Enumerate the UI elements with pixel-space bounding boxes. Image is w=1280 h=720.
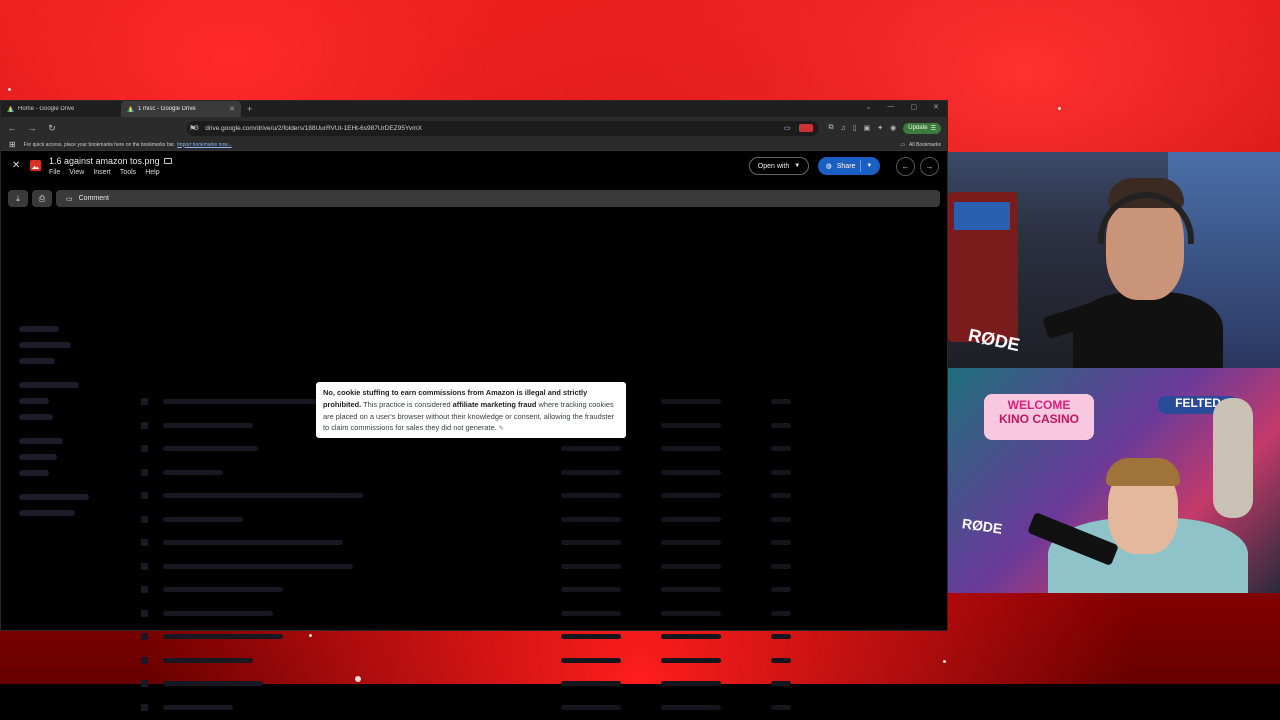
menu-file[interactable]: File xyxy=(49,169,60,176)
dimmed-file-row xyxy=(141,445,901,453)
menu-icon: ☰ xyxy=(930,125,936,132)
tab-misc-drive[interactable]: 1 misc - Google Drive ✕ xyxy=(121,101,241,117)
dimmed-file-row xyxy=(141,586,901,594)
dimmed-file-row xyxy=(141,515,901,524)
import-bookmarks-link[interactable]: Import bookmarks now... xyxy=(177,142,231,148)
reload-icon[interactable]: ↻ xyxy=(47,123,57,134)
extension-toolbar: ⧉ ♫ ▯ ▣ ✦ ◉ Update ☰ xyxy=(829,122,941,134)
cast-icon[interactable]: ▭ xyxy=(784,124,791,132)
globe-icon: ◍ xyxy=(825,163,832,170)
move-folder-icon[interactable] xyxy=(163,158,172,164)
previous-file-button[interactable]: ← xyxy=(896,157,915,176)
dimmed-file-row xyxy=(141,468,901,477)
next-file-button[interactable]: → xyxy=(920,157,939,176)
back-icon[interactable]: ← xyxy=(7,123,17,133)
url-text: drive.google.com/drive/u/2/folders/188Uu… xyxy=(205,124,422,132)
all-bookmarks-button[interactable]: ▭ All Bookmarks xyxy=(900,142,941,148)
image-preview-card: No, cookie stuffing to earn commissions … xyxy=(316,382,626,438)
dimmed-file-row xyxy=(141,562,901,571)
google-drive-icon xyxy=(127,106,134,112)
viewer-toolbar: ⤓ ⎙ ▭ Comment xyxy=(8,190,940,207)
dropdown-icon[interactable]: ⌄ xyxy=(866,103,872,111)
dimmed-file-row xyxy=(141,633,901,641)
dimmed-file-row xyxy=(141,656,901,665)
dimmed-drive-list xyxy=(1,316,947,720)
share-button[interactable]: ◍ Share ▼ xyxy=(818,157,880,175)
bookmarks-hint: For quick access, place your bookmarks h… xyxy=(23,141,176,148)
download-icon[interactable]: ⤓ xyxy=(8,190,28,207)
viewer-menu: File View Insert Tools Help xyxy=(49,169,160,176)
sidepanel-icon[interactable]: ▯ xyxy=(853,124,857,132)
minimize-icon[interactable]: — xyxy=(888,103,895,111)
forward-icon[interactable]: → xyxy=(27,123,37,133)
popup-text-1: This practice is considered xyxy=(361,399,453,409)
menu-help[interactable]: Help xyxy=(145,169,159,176)
image-file-icon xyxy=(30,160,41,171)
close-tab-icon[interactable]: ✕ xyxy=(229,105,235,113)
close-viewer-icon[interactable]: ✕ xyxy=(12,160,20,171)
sparkle-icon[interactable]: ✦ xyxy=(877,124,883,132)
print-icon[interactable]: ⎙ xyxy=(32,190,52,207)
file-title: 1.6 against amazon tos.png xyxy=(49,156,172,166)
apps-icon[interactable]: ⊞ xyxy=(9,140,16,149)
extensions-icon[interactable]: ⧉ xyxy=(829,124,834,132)
statue xyxy=(1213,398,1253,518)
tab-home-drive[interactable]: Home - Google Drive xyxy=(1,101,121,117)
new-tab-button[interactable]: + xyxy=(247,104,252,114)
tab-title: Home - Google Drive xyxy=(18,106,75,112)
casino-sign: WELCOME KINO CASINO xyxy=(984,394,1094,440)
bookmarks-bar: ⊞ For quick access, place your bookmarks… xyxy=(1,139,947,151)
folder-icon: ▭ xyxy=(900,141,906,148)
google-drive-icon xyxy=(7,106,14,112)
dimmed-file-row xyxy=(141,492,901,500)
close-window-icon[interactable]: ✕ xyxy=(933,103,939,111)
open-with-button[interactable]: Open with ▼ xyxy=(749,157,809,175)
menu-view[interactable]: View xyxy=(69,169,84,176)
sparkle xyxy=(8,88,11,91)
mic-brand-label: RØDE xyxy=(961,515,1004,537)
tab-bar: Home - Google Drive 1 misc - Google Driv… xyxy=(1,101,947,117)
webcam-bottom: WELCOME KINO CASINO FELTED RØDE xyxy=(948,368,1280,593)
edit-icon: ✎ xyxy=(498,426,504,433)
maximize-icon[interactable]: ▢ xyxy=(911,103,918,111)
comment-icon: ▭ xyxy=(66,195,73,203)
dimmed-file-row xyxy=(141,539,901,547)
url-bar[interactable]: ⚙ drive.google.com/drive/u/2/folders/188… xyxy=(187,120,819,136)
update-button[interactable]: Update ☰ xyxy=(903,122,941,134)
browser-window: Home - Google Drive 1 misc - Google Driv… xyxy=(0,100,948,711)
window-controls: ⌄ — ▢ ✕ xyxy=(866,103,939,111)
arcade-screen xyxy=(954,202,1010,230)
bookmark-icon[interactable]: ⚑ xyxy=(189,124,196,133)
menu-tools[interactable]: Tools xyxy=(120,169,136,176)
omnibox-actions: ▭ xyxy=(784,124,813,132)
dimmed-file-row xyxy=(141,609,901,618)
profile-icon[interactable]: ◉ xyxy=(890,124,896,132)
menu-insert[interactable]: Insert xyxy=(93,169,111,176)
music-icon[interactable]: ♫ xyxy=(841,125,846,132)
dimmed-sidebar xyxy=(19,316,99,526)
address-bar-row: ← → ↻ ⚙ drive.google.com/drive/u/2/folde… xyxy=(1,117,947,139)
chevron-down-icon: ▼ xyxy=(794,163,801,169)
dimmed-file-row xyxy=(141,680,901,688)
popup-bold-2: affiliate marketing fraud xyxy=(452,399,537,409)
extension-icon[interactable] xyxy=(798,124,813,132)
webcam-top: RØDE xyxy=(948,152,1280,368)
viewer-header: ✕ 1.6 against amazon tos.png File View I… xyxy=(1,151,947,181)
tab-title: 1 misc - Google Drive xyxy=(138,106,196,112)
screenshot-icon[interactable]: ▣ xyxy=(864,124,871,132)
dimmed-file-row xyxy=(141,703,901,712)
chevron-down-icon: ▼ xyxy=(866,163,873,169)
comment-button[interactable]: ▭ Comment xyxy=(56,190,940,207)
person-hair xyxy=(1106,458,1180,486)
sparkle xyxy=(1058,107,1061,110)
